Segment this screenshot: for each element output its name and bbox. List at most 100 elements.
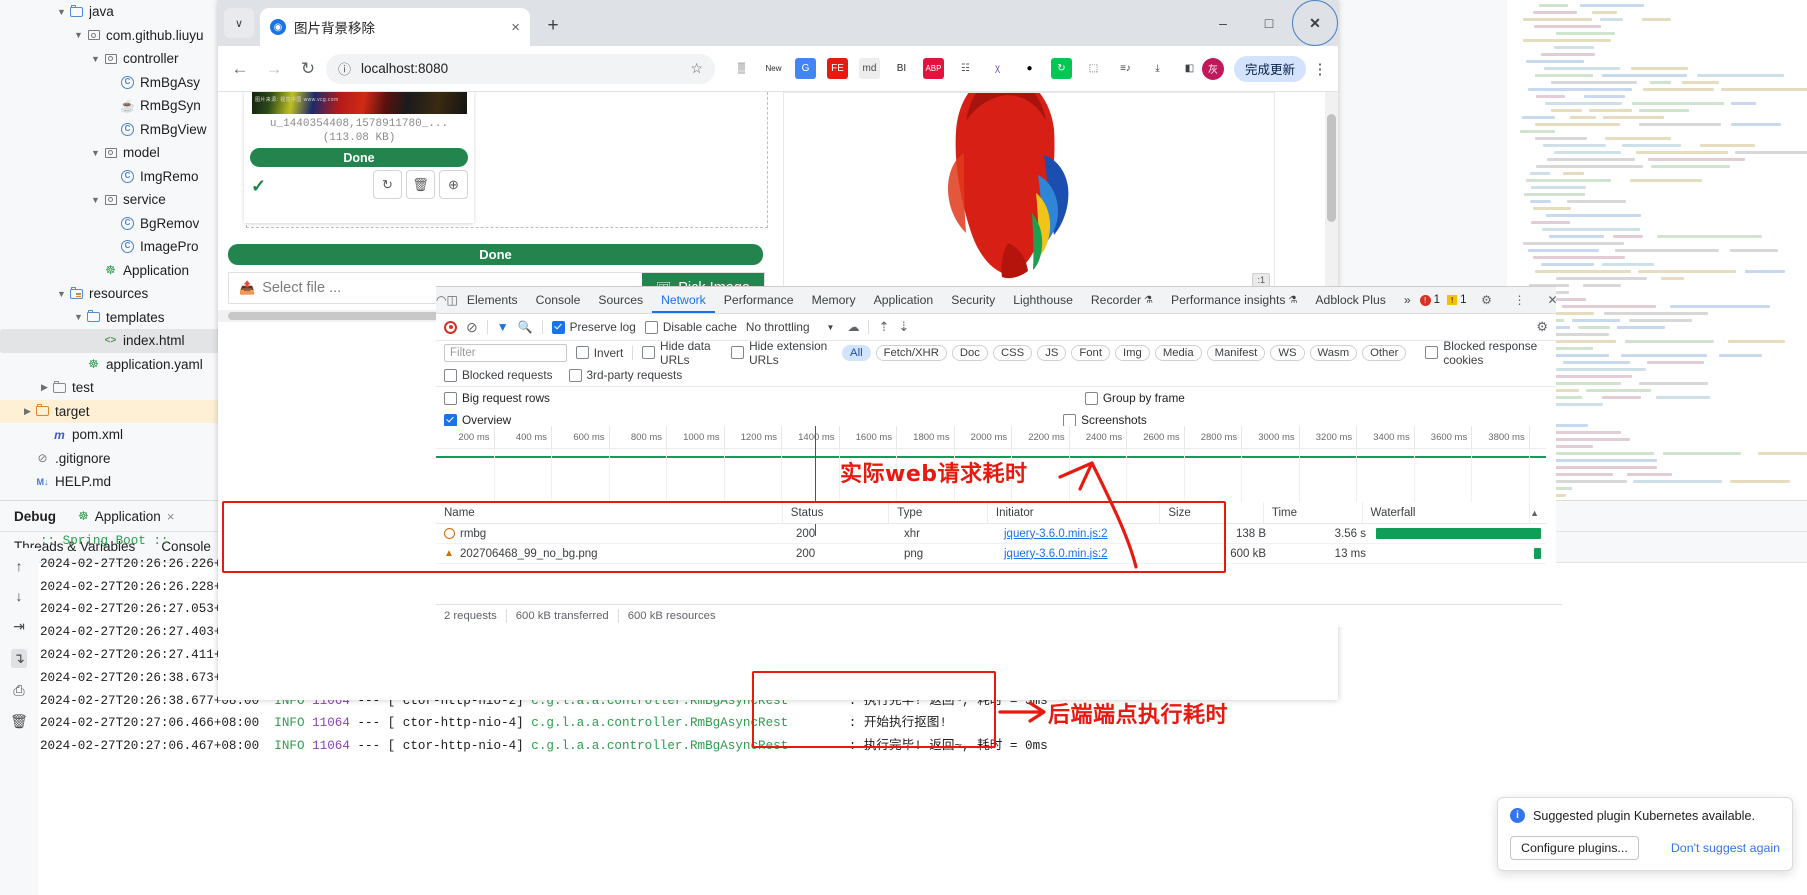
markdown-icon[interactable]: md	[858, 58, 880, 79]
preserve-log-checkbox[interactable]: Preserve log	[551, 320, 636, 334]
fe-helper-icon[interactable]: FE	[826, 58, 848, 79]
record-button-icon[interactable]	[444, 320, 457, 334]
chevron-down-icon[interactable]: ▼	[72, 30, 85, 40]
soft-wrap-icon[interactable]: ⇥	[13, 618, 25, 635]
card-action-buttons[interactable]: ↻ 🗑 ⊕	[373, 170, 468, 199]
chevron-down-icon[interactable]: ▼	[72, 312, 85, 322]
browser-menu-icon[interactable]: ⋮	[1308, 60, 1332, 78]
tab-elements[interactable]: Elements	[458, 287, 527, 313]
devtools-close-icon[interactable]: ✕	[1539, 293, 1565, 307]
tab-console[interactable]: Console	[527, 287, 590, 313]
search-icon[interactable]: 🔍	[518, 320, 533, 334]
network-request-table[interactable]: Name Status Type Initiator Size Time Waterfall…	[436, 502, 1546, 597]
filter-chip-media[interactable]: Media	[1154, 344, 1202, 361]
chevron-down-icon[interactable]: ▼	[55, 7, 68, 17]
tab-lighthouse[interactable]: Lighthouse	[1004, 287, 1082, 313]
filter-chip-ws[interactable]: WS	[1270, 344, 1305, 361]
close-window-button[interactable]: ✕	[1292, 0, 1338, 46]
browser-tab[interactable]: ◉ 图片背景移除 ×	[260, 8, 530, 46]
blocked-response-cookies-checkbox[interactable]: Blocked response cookies	[1425, 339, 1548, 367]
qr-code-icon[interactable]: ▒	[731, 58, 752, 79]
finish-update-button[interactable]: 完成更新	[1233, 55, 1306, 82]
blocked-requests-checkbox[interactable]: Blocked requests	[444, 368, 553, 382]
clear-icon[interactable]: ⊘	[466, 319, 478, 336]
gear-icon[interactable]: ⚙	[1473, 293, 1499, 307]
puzzle-extensions-icon[interactable]: ⬚	[1083, 58, 1104, 79]
chevron-down-icon[interactable]: ▼	[89, 148, 102, 158]
delete-icon[interactable]: 🗑	[406, 170, 435, 199]
reading-list-icon[interactable]: ≡♪	[1115, 58, 1136, 79]
extension-icons[interactable]: ▒ New G FE md BI ABP ☷ χ ● ↻ ⬚ ≡♪ ⤓ ◧	[717, 58, 1200, 79]
dont-suggest-again-button[interactable]: Don't suggest again	[1671, 841, 1780, 855]
network-settings-gear-icon[interactable]: ⚙	[1536, 319, 1548, 335]
console-gutter-toolbar[interactable]: ↑ ↓ ⇥ ↴ ⎙ 🗑	[0, 548, 38, 895]
new-tab-button[interactable]: +	[538, 11, 568, 41]
opera-ring-icon[interactable]: ●	[1019, 58, 1040, 79]
warning-badge[interactable]: ! 1	[1447, 294, 1466, 306]
tab-search-button[interactable]: ∨	[224, 8, 254, 38]
device-toolbar-icon[interactable]: ◫	[446, 293, 457, 307]
column-header-type[interactable]: Type	[889, 502, 988, 523]
devtools-kebab-icon[interactable]: ⋮	[1506, 293, 1532, 307]
tab-security[interactable]: Security	[942, 287, 1004, 313]
network-conditions-icon[interactable]: ☁	[847, 320, 859, 334]
disable-cache-checkbox[interactable]: Disable cache	[644, 320, 737, 334]
tab-application[interactable]: Application	[865, 287, 943, 313]
cell-name[interactable]: ▲ 202706468_99_no_bg.png	[436, 544, 788, 563]
building-icon[interactable]: ☷	[955, 58, 976, 79]
table-header-row[interactable]: Name Status Type Initiator Size Time Waterfall…	[436, 502, 1546, 524]
overview-checkbox[interactable]: Overview	[444, 413, 511, 427]
filter-chip-js[interactable]: JS	[1037, 344, 1067, 361]
address-bar[interactable]: ⓘ localhost:8080 ☆	[326, 53, 715, 84]
star-icon[interactable]: ☆	[690, 60, 703, 77]
avatar[interactable]: 灰	[1201, 57, 1224, 80]
green-circle-icon[interactable]: ↻	[1050, 58, 1072, 79]
devtools-tab-bar[interactable]: ◠ ◫ Elements Console Sources Network Perform…	[436, 287, 1558, 314]
chevron-right-icon[interactable]: ▶	[21, 406, 34, 417]
invert-checkbox[interactable]: Invert	[575, 346, 623, 360]
tab-memory[interactable]: Memory	[803, 287, 865, 313]
adblock-plus-icon[interactable]: ABP	[922, 58, 944, 79]
google-translate-icon[interactable]: G	[794, 58, 816, 79]
big-request-rows-checkbox[interactable]: Big request rows	[444, 391, 550, 405]
downloads-icon[interactable]: ⤓	[1147, 58, 1168, 79]
sort-caret-icon[interactable]: ▲	[1530, 508, 1546, 518]
configure-plugins-button[interactable]: Configure plugins...	[1510, 836, 1639, 860]
scroll-down-icon[interactable]: ↓	[16, 588, 23, 604]
zoom-in-icon[interactable]: ⊕	[439, 170, 468, 199]
tab-performance[interactable]: Performance	[715, 287, 803, 313]
column-header-time[interactable]: Time	[1264, 502, 1363, 523]
minimize-button[interactable]: –	[1200, 0, 1246, 46]
x-formerly-twitter-icon[interactable]: χ	[987, 58, 1008, 79]
network-toolbar[interactable]: ⊘ ▼ 🔍 Preserve log Disable cache No thro…	[436, 314, 1556, 341]
filter-chip-manifest[interactable]: Manifest	[1206, 344, 1266, 361]
close-icon[interactable]: ×	[511, 19, 520, 36]
search-input[interactable]: Filter	[444, 343, 567, 362]
more-tabs-icon[interactable]: »	[1395, 287, 1420, 313]
back-button[interactable]: ←	[224, 53, 256, 85]
filter-chip-fetch-xhr[interactable]: Fetch/XHR	[875, 344, 947, 361]
filter-chip-wasm[interactable]: Wasm	[1309, 344, 1358, 361]
chevron-down-icon[interactable]: ▼	[89, 54, 102, 64]
bili-tools-icon[interactable]: BI	[891, 58, 912, 79]
tab-adblock-plus[interactable]: Adblock Plus	[1306, 287, 1394, 313]
filter-chip-other[interactable]: Other	[1362, 344, 1407, 361]
column-header-waterfall[interactable]: Waterfall	[1363, 502, 1531, 523]
main-done-button[interactable]: Done	[228, 244, 763, 265]
tab-performance-insights[interactable]: Performance insights ⚗	[1162, 287, 1306, 313]
chevron-right-icon[interactable]: ▶	[38, 382, 51, 393]
maximize-button[interactable]: □	[1246, 0, 1292, 46]
cell-name[interactable]: rmbg	[436, 524, 788, 543]
chevron-down-icon[interactable]: ▼	[55, 289, 68, 299]
filter-chip-font[interactable]: Font	[1071, 344, 1110, 361]
clear-console-icon[interactable]: 🗑	[10, 713, 28, 730]
network-filter-bar-2[interactable]: Blocked requests 3rd-party requests	[436, 364, 1556, 387]
column-header-name[interactable]: Name	[436, 502, 783, 523]
throttling-select[interactable]: No throttling ▼	[746, 320, 835, 334]
dropzone[interactable]: 图片来源: 视觉中国 www.vcg.com u_1440354408,1578…	[244, 92, 768, 228]
filter-funnel-icon[interactable]: ▼	[497, 320, 509, 334]
hide-data-urls-checkbox[interactable]: Hide data URLs	[642, 339, 722, 367]
info-circle-icon[interactable]: ⓘ	[338, 59, 351, 78]
retry-icon[interactable]: ↻	[373, 170, 402, 199]
print-icon[interactable]: ⎙	[13, 682, 24, 699]
